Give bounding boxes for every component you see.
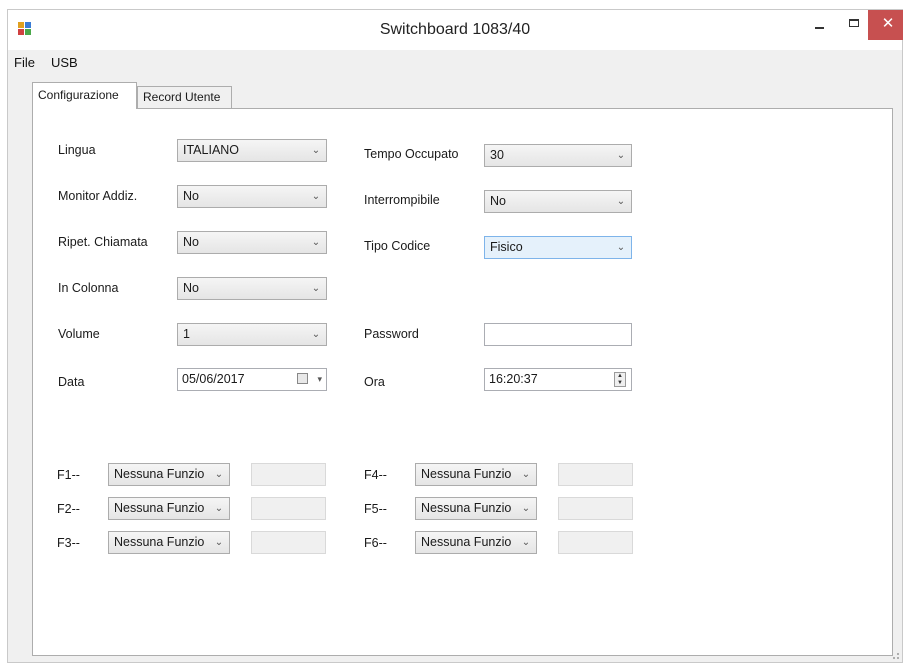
f5-text-field [558, 497, 633, 520]
chevron-down-icon: ⌄ [214, 537, 224, 548]
chevron-down-icon: ⌄ [311, 329, 321, 340]
tab-configurazione[interactable]: Configurazione [32, 82, 137, 109]
calendar-icon[interactable] [297, 373, 308, 384]
f5-label: F5-- [364, 502, 387, 516]
f6-text-field [558, 531, 633, 554]
f3-value: Nessuna Funzio [114, 535, 205, 549]
lingua-value: ITALIANO [183, 143, 240, 157]
chevron-down-icon: ⌄ [521, 469, 531, 480]
f1-text-field [251, 463, 326, 486]
tipo-codice-value: Fisico [490, 240, 523, 254]
f5-value: Nessuna Funzio [421, 501, 512, 515]
interrompibile-label: Interrompibile [364, 193, 440, 207]
time-picker[interactable]: 16:20:37 ▲ ▼ [484, 368, 632, 391]
f1-value: Nessuna Funzio [114, 467, 205, 481]
app-window: Switchboard 1083/40 ✕ File USB Configura… [7, 9, 903, 663]
ripet-value: No [183, 235, 199, 249]
monitor-label: Monitor Addiz. [58, 189, 138, 203]
f2-text-field [251, 497, 326, 520]
date-dropdown-icon[interactable]: ▾ [317, 371, 322, 388]
time-spinner[interactable]: ▲ ▼ [614, 372, 626, 387]
chevron-down-icon: ⌄ [616, 242, 626, 253]
config-panel: Lingua ITALIANO ⌄ Monitor Addiz. No ⌄ Ri… [32, 108, 893, 656]
data-label: Data [58, 375, 85, 389]
chevron-down-icon: ⌄ [214, 469, 224, 480]
close-icon: ✕ [881, 15, 895, 32]
menu-usb[interactable]: USB [51, 55, 78, 70]
tempo-label: Tempo Occupato [364, 147, 459, 161]
f1-label: F1-- [57, 468, 80, 482]
chevron-down-icon: ⌄ [311, 237, 321, 248]
f2-label: F2-- [57, 502, 80, 516]
f3-text-field [251, 531, 326, 554]
tipo-codice-select[interactable]: Fisico ⌄ [484, 236, 632, 259]
tipo-codice-label: Tipo Codice [364, 239, 431, 253]
interrompibile-value: No [490, 194, 506, 208]
monitor-select[interactable]: No ⌄ [177, 185, 327, 208]
lingua-label: Lingua [58, 143, 96, 157]
f4-label: F4-- [364, 468, 387, 482]
f6-select[interactable]: Nessuna Funzio ⌄ [415, 531, 537, 554]
chevron-down-icon: ⌄ [311, 283, 321, 294]
f2-select[interactable]: Nessuna Funzio ⌄ [108, 497, 230, 520]
minimize-icon [815, 27, 824, 29]
monitor-value: No [183, 189, 199, 203]
lingua-select[interactable]: ITALIANO ⌄ [177, 139, 327, 162]
colonna-value: No [183, 281, 199, 295]
volume-select[interactable]: 1 ⌄ [177, 323, 327, 346]
chevron-down-icon: ⌄ [311, 191, 321, 202]
f5-select[interactable]: Nessuna Funzio ⌄ [415, 497, 537, 520]
f2-value: Nessuna Funzio [114, 501, 205, 515]
menu-file[interactable]: File [14, 55, 35, 70]
window-title: Switchboard 1083/40 [379, 21, 531, 38]
ora-label: Ora [364, 375, 385, 389]
f6-value: Nessuna Funzio [421, 535, 512, 549]
spin-up-icon[interactable]: ▲ [615, 373, 625, 380]
tempo-select[interactable]: 30 ⌄ [484, 144, 632, 167]
chevron-down-icon: ⌄ [214, 503, 224, 514]
colonna-label: In Colonna [58, 281, 119, 295]
ripet-label: Ripet. Chiamata [58, 235, 148, 249]
tempo-value: 30 [490, 148, 504, 162]
chevron-down-icon: ⌄ [311, 145, 321, 156]
close-button[interactable]: ✕ [868, 10, 903, 40]
chevron-down-icon: ⌄ [616, 150, 626, 161]
tab-record-utente[interactable]: Record Utente [137, 86, 232, 108]
date-value: 05/06/2017 [182, 372, 245, 386]
f1-select[interactable]: Nessuna Funzio ⌄ [108, 463, 230, 486]
f4-text-field [558, 463, 633, 486]
chevron-down-icon: ⌄ [616, 196, 626, 207]
menu-bar: File USB [8, 50, 902, 75]
ripet-select[interactable]: No ⌄ [177, 231, 327, 254]
password-label: Password [364, 327, 419, 341]
chevron-down-icon: ⌄ [521, 503, 531, 514]
colonna-select[interactable]: No ⌄ [177, 277, 327, 300]
title-bar[interactable]: Switchboard 1083/40 ✕ [8, 10, 903, 50]
spin-down-icon[interactable]: ▼ [615, 380, 625, 387]
f3-select[interactable]: Nessuna Funzio ⌄ [108, 531, 230, 554]
interrompibile-select[interactable]: No ⌄ [484, 190, 632, 213]
password-field[interactable] [484, 323, 632, 346]
volume-value: 1 [183, 327, 190, 341]
time-value: 16:20:37 [489, 372, 538, 386]
f4-select[interactable]: Nessuna Funzio ⌄ [415, 463, 537, 486]
f4-value: Nessuna Funzio [421, 467, 512, 481]
volume-label: Volume [58, 327, 100, 341]
chevron-down-icon: ⌄ [521, 537, 531, 548]
maximize-icon [849, 19, 859, 27]
f3-label: F3-- [57, 536, 80, 550]
f6-label: F6-- [364, 536, 387, 550]
date-picker[interactable]: 05/06/2017 ▾ [177, 368, 327, 391]
